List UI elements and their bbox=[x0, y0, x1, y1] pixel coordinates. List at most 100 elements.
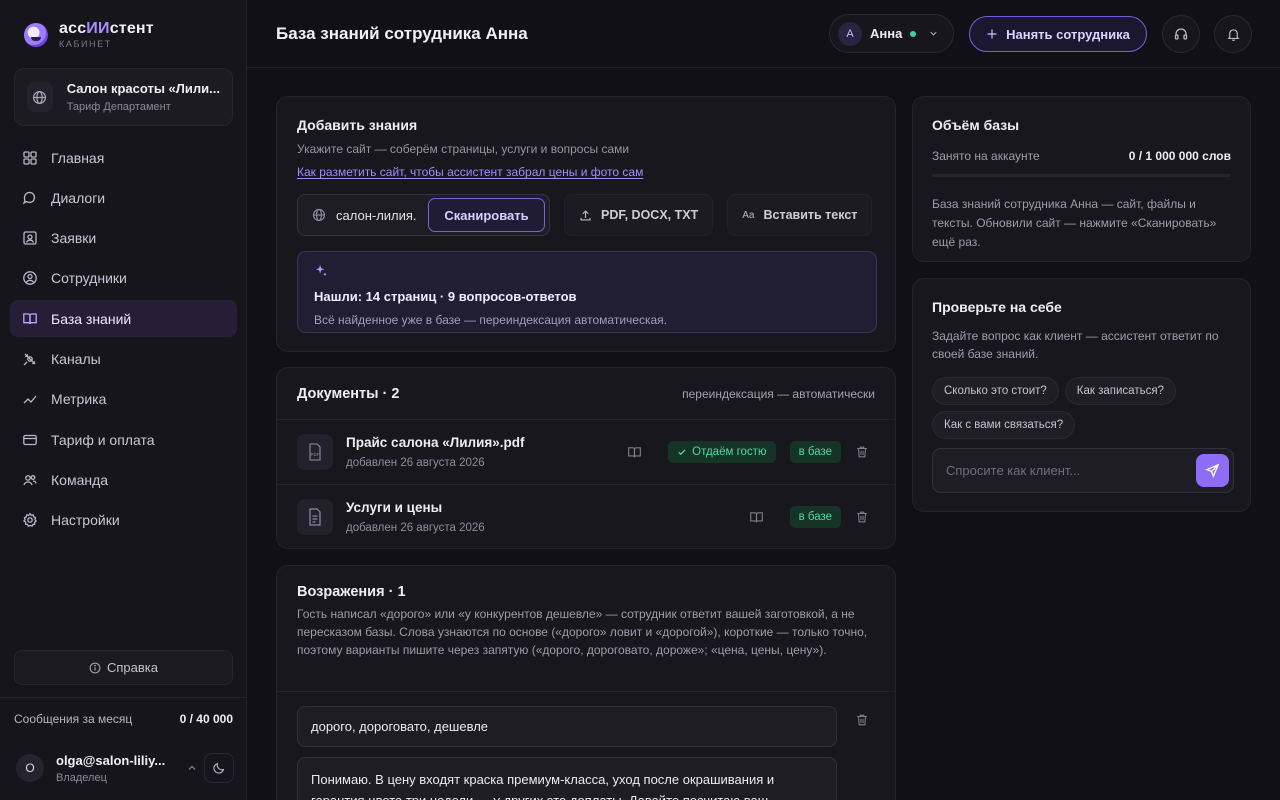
source-row: салон-лилия. Сканировать PDF, DOCX, TXT … bbox=[297, 194, 873, 236]
suggested-question-chip[interactable]: Как с вами связаться? bbox=[932, 411, 1076, 439]
sidebar-item-settings[interactable]: Настройки bbox=[10, 502, 237, 539]
moon-icon bbox=[213, 762, 225, 774]
employee-switcher[interactable]: А Анна bbox=[829, 14, 954, 53]
plus-icon bbox=[987, 29, 997, 39]
trash-icon[interactable] bbox=[855, 445, 869, 459]
credit-card-icon bbox=[23, 434, 37, 445]
document-row[interactable]: PDF Прайс салона «Лилия».pdf добавлен 26… bbox=[277, 420, 895, 484]
in-base-badge: в базе bbox=[789, 506, 841, 528]
send-icon bbox=[1205, 463, 1220, 478]
volume-value: 0 / 1 000 000 слов bbox=[1128, 149, 1231, 163]
grid-icon bbox=[23, 150, 37, 165]
scan-result-banner: Нашли: 14 страниц · 9 вопросов-ответов В… bbox=[297, 251, 877, 333]
sidebar-item-team[interactable]: Команда bbox=[10, 461, 237, 498]
objection-answer-textarea[interactable]: Понимаю. В цену входят краска премиум-кл… bbox=[297, 757, 837, 800]
avatar: O bbox=[16, 754, 44, 782]
sidebar-item-label: Главная bbox=[51, 149, 105, 166]
main-content: База знаний сотрудника Анна А Анна Нанят… bbox=[247, 0, 1280, 800]
site-url-input[interactable]: салон-лилия. Сканировать bbox=[297, 194, 550, 236]
user-email: olga@salon-liliy... bbox=[56, 752, 166, 768]
sidebar-item-label: Настройки bbox=[51, 512, 120, 529]
svg-text:PDF: PDF bbox=[311, 452, 320, 457]
scan-result-subtitle: Всё найденное уже в базе — переиндексаци… bbox=[314, 313, 667, 327]
brand-subtitle: КАБИНЕТ bbox=[59, 39, 112, 49]
globe-icon bbox=[27, 82, 53, 112]
sidebar-item-dialogs[interactable]: Диалоги bbox=[10, 179, 237, 216]
inbox-icon bbox=[23, 231, 37, 245]
volume-progress-bar bbox=[932, 174, 1231, 177]
objection-triggers-input[interactable]: дорого, дороговато, дешевле bbox=[297, 706, 837, 747]
monthly-messages-value: 0 / 40 000 bbox=[179, 712, 233, 726]
trash-icon[interactable] bbox=[855, 713, 869, 727]
document-name: Услуги и цены bbox=[346, 499, 443, 515]
guest-visible-badge[interactable]: Отдаём гостю bbox=[668, 441, 776, 463]
help-button[interactable]: Справка bbox=[14, 650, 233, 685]
globe-icon bbox=[312, 208, 326, 222]
documents-title: Документы · 2 bbox=[297, 385, 400, 402]
sidebar-item-label: Диалоги bbox=[51, 189, 106, 206]
document-name: Прайс салона «Лилия».pdf bbox=[346, 435, 525, 450]
suggested-question-chip[interactable]: Как записаться? bbox=[1064, 377, 1176, 405]
page-title: База знаний сотрудника Анна bbox=[276, 24, 528, 43]
sidebar-item-label: База знаний bbox=[51, 310, 132, 327]
book-open-icon[interactable] bbox=[627, 445, 642, 460]
document-row[interactable]: Услуги и цены добавлен 26 августа 2026 в… bbox=[277, 484, 895, 548]
book-icon bbox=[23, 313, 37, 324]
topbar: База знаний сотрудника Анна А Анна Нанят… bbox=[247, 0, 1280, 68]
scan-button[interactable]: Сканировать bbox=[428, 198, 545, 232]
brand-name: ассИИстент bbox=[59, 20, 154, 37]
sidebar-item-metrics[interactable]: Метрика bbox=[10, 381, 237, 418]
add-knowledge-description: Укажите сайт — соберём страницы, услуги … bbox=[297, 142, 630, 156]
test-question-input[interactable]: Спросите как клиент... bbox=[932, 448, 1234, 493]
chevron-up-icon[interactable] bbox=[186, 762, 198, 774]
objections-title: Возражения · 1 bbox=[297, 584, 406, 600]
sidebar-item-billing[interactable]: Тариф и оплата bbox=[10, 421, 237, 458]
sidebar-nav: Главная Диалоги Заявки Сотрудники База з… bbox=[10, 139, 237, 542]
pdf-file-icon: PDF bbox=[297, 434, 333, 470]
gear-icon bbox=[22, 512, 38, 528]
sidebar-item-home[interactable]: Главная bbox=[10, 139, 237, 176]
volume-title: Объём базы bbox=[932, 117, 1020, 133]
brand[interactable]: ассИИстент КАБИНЕТ bbox=[24, 20, 154, 49]
test-question-placeholder: Спросите как клиент... bbox=[946, 463, 1081, 478]
theme-toggle-button[interactable] bbox=[204, 753, 234, 783]
check-icon bbox=[678, 449, 686, 456]
sidebar: ассИИстент КАБИНЕТ Салон красоты «Лили..… bbox=[0, 0, 247, 800]
hire-employee-button[interactable]: Нанять сотрудника bbox=[969, 16, 1147, 52]
send-button[interactable] bbox=[1196, 454, 1229, 487]
sidebar-item-knowledge-base[interactable]: База знаний bbox=[10, 300, 237, 338]
help-label: Справка bbox=[107, 660, 158, 675]
suggested-question-chip[interactable]: Сколько это стоит? bbox=[932, 377, 1059, 405]
sidebar-item-label: Каналы bbox=[51, 350, 101, 367]
markup-guide-link[interactable]: Как разметить сайт, чтобы ассистент забр… bbox=[297, 165, 875, 179]
documents-card: Документы · 2 переиндексация — автоматич… bbox=[276, 367, 896, 549]
text-format-icon: Aa bbox=[742, 209, 755, 221]
support-button[interactable] bbox=[1162, 15, 1200, 53]
upload-icon bbox=[580, 209, 591, 221]
account-menu[interactable]: O olga@salon-liliy... Владелец bbox=[16, 750, 234, 786]
upload-files-button[interactable]: PDF, DOCX, TXT bbox=[564, 194, 714, 236]
satellite-icon bbox=[23, 353, 36, 366]
org-switcher[interactable]: Салон красоты «Лили... Тариф Департамент bbox=[14, 68, 233, 126]
book-open-icon[interactable] bbox=[749, 510, 764, 525]
sidebar-item-requests[interactable]: Заявки bbox=[10, 220, 237, 257]
org-plan: Тариф Департамент bbox=[66, 101, 171, 113]
sidebar-item-channels[interactable]: Каналы bbox=[10, 340, 237, 377]
add-knowledge-card: Добавить знания Укажите сайт — соберём с… bbox=[276, 96, 896, 352]
org-name: Салон красоты «Лили... bbox=[66, 81, 220, 96]
notifications-button[interactable] bbox=[1214, 15, 1252, 53]
sidebar-item-label: Тариф и оплата bbox=[51, 431, 155, 448]
divider bbox=[0, 697, 247, 698]
trash-icon[interactable] bbox=[855, 510, 869, 524]
sidebar-item-label: Заявки bbox=[51, 230, 97, 247]
users-icon bbox=[23, 474, 37, 486]
user-circle-icon bbox=[23, 271, 37, 286]
user-role: Владелец bbox=[56, 771, 107, 784]
objections-card: Возражения · 1 Гость написал «дорого» ил… bbox=[276, 565, 896, 800]
scan-result-title: Нашли: 14 страниц · 9 вопросов-ответов bbox=[314, 289, 577, 304]
document-date: добавлен 26 августа 2026 bbox=[346, 457, 485, 469]
paste-text-button[interactable]: Aa Вставить текст bbox=[727, 194, 873, 236]
volume-label: Занято на аккаунте bbox=[932, 149, 1040, 163]
chat-icon bbox=[22, 191, 36, 205]
sidebar-item-employees[interactable]: Сотрудники bbox=[10, 260, 237, 297]
